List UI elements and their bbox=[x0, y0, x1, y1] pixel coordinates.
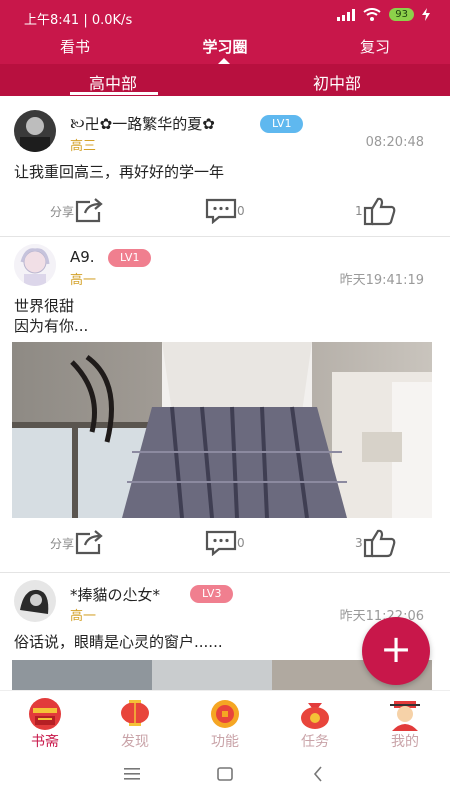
grade-label: 高一 bbox=[70, 273, 97, 288]
avatar[interactable] bbox=[14, 244, 56, 286]
comment-button[interactable]: 0 bbox=[205, 198, 245, 224]
comment-count: 0 bbox=[237, 204, 245, 218]
god-of-wealth-icon bbox=[390, 701, 420, 731]
share-button[interactable]: 分享 bbox=[50, 198, 104, 224]
tab-study-circle[interactable]: 学习圈 bbox=[202, 36, 247, 57]
wifi-icon bbox=[363, 8, 381, 21]
username[interactable]: *捧貓の尐女* bbox=[70, 584, 160, 605]
status-time: 上午8:41 | 0.0K/s bbox=[24, 13, 133, 28]
grade-label: 高一 bbox=[70, 609, 97, 624]
post-time: 昨天19:41:19 bbox=[339, 273, 424, 288]
top-bar: 上午8:41 | 0.0K/s 93 看书 学习圈 复习 高中部 初中部 bbox=[0, 0, 450, 96]
post-card: 🙠卍✿一路繁华的夏✿ LV1 高三 08:20:48 让我重回高三，再好好的学一… bbox=[0, 100, 450, 237]
share-label: 分享 bbox=[50, 204, 75, 219]
feed[interactable]: 🙠卍✿一路繁华的夏✿ LV1 高三 08:20:48 让我重回高三，再好好的学一… bbox=[0, 100, 450, 690]
avatar[interactable] bbox=[14, 110, 56, 152]
post-photo[interactable] bbox=[12, 342, 432, 518]
study-room-icon bbox=[29, 698, 61, 730]
comment-button[interactable]: 0 bbox=[205, 530, 245, 556]
battery-icon: 93 bbox=[389, 8, 414, 21]
post-text: 俗话说，眼睛是心灵的窗户...... bbox=[14, 633, 223, 651]
signal-icon bbox=[337, 8, 356, 21]
subtab-underline bbox=[70, 92, 158, 95]
level-badge: LV1 bbox=[108, 249, 152, 267]
post-text: 世界很甜 因为有你... bbox=[14, 297, 89, 335]
nav-study-room[interactable]: 书斋 bbox=[0, 691, 90, 750]
tab-review[interactable]: 复习 bbox=[360, 36, 390, 57]
status-bar: 上午8:41 | 0.0K/s 93 bbox=[0, 0, 450, 34]
like-button[interactable]: 3 bbox=[355, 528, 397, 558]
post-text: 让我重回高三，再好好的学一年 bbox=[14, 163, 225, 181]
share-button[interactable]: 分享 bbox=[50, 530, 104, 556]
add-post-button[interactable]: + bbox=[362, 617, 430, 685]
plus-icon: + bbox=[380, 627, 412, 671]
share-icon bbox=[75, 530, 103, 555]
post-card: A9. LV1 高一 昨天19:41:19 世界很甜 因为有你... 分享 0 … bbox=[0, 236, 450, 573]
nav-tasks[interactable]: 任务 bbox=[270, 691, 360, 750]
thumbs-up-icon bbox=[363, 529, 395, 558]
back-icon[interactable] bbox=[313, 766, 323, 782]
tab-read[interactable]: 看书 bbox=[60, 36, 90, 57]
comment-icon bbox=[205, 530, 237, 556]
level-badge: LV1 bbox=[260, 115, 304, 133]
like-count: 3 bbox=[355, 536, 363, 550]
home-icon[interactable] bbox=[217, 767, 233, 781]
nav-mine[interactable]: 我的 bbox=[360, 691, 450, 750]
subtab-middle-school[interactable]: 初中部 bbox=[313, 70, 361, 94]
money-bag-icon bbox=[301, 703, 329, 729]
avatar[interactable] bbox=[14, 580, 56, 622]
charging-icon bbox=[422, 8, 430, 21]
lantern-icon bbox=[121, 700, 149, 726]
share-label: 分享 bbox=[50, 536, 75, 551]
nav-functions[interactable]: 功能 bbox=[180, 691, 270, 750]
like-count: 1 bbox=[355, 204, 363, 218]
share-icon bbox=[75, 198, 103, 223]
menu-icon[interactable] bbox=[124, 768, 140, 780]
username[interactable]: A9. bbox=[70, 248, 95, 266]
thumbs-up-icon bbox=[363, 197, 395, 226]
like-button[interactable]: 1 bbox=[355, 196, 397, 226]
comment-count: 0 bbox=[237, 536, 245, 550]
grade-label: 高三 bbox=[70, 139, 97, 154]
subtab-high-school[interactable]: 高中部 bbox=[89, 70, 137, 94]
nav-discover[interactable]: 发现 bbox=[90, 691, 180, 750]
level-badge: LV3 bbox=[190, 585, 234, 603]
comment-icon bbox=[205, 198, 237, 224]
post-time: 08:20:48 bbox=[365, 135, 424, 150]
system-nav-bar bbox=[0, 748, 450, 800]
coin-icon bbox=[211, 700, 239, 728]
sub-tabs: 高中部 初中部 bbox=[0, 64, 450, 96]
bottom-nav: 书斋 发现 功能 任务 我的 bbox=[0, 690, 450, 750]
